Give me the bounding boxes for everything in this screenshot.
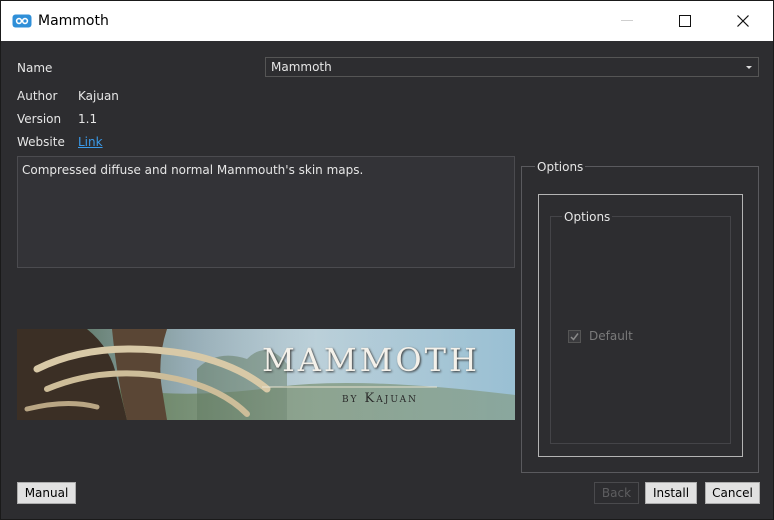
back-button[interactable]: Back	[594, 482, 639, 504]
close-icon	[737, 15, 749, 27]
version-value: 1.1	[78, 112, 98, 126]
manual-button[interactable]: Manual	[17, 482, 76, 504]
description-text: Compressed diffuse and normal Mammouth's…	[22, 163, 364, 177]
website-label: Website	[17, 135, 65, 149]
main-content: Name Mammoth Author Kajuan Version 1.1 W…	[1, 41, 773, 519]
default-checkbox[interactable]	[568, 330, 581, 343]
window-title: Mammoth	[38, 13, 109, 29]
website-link[interactable]: Link	[78, 135, 103, 149]
title-bar[interactable]: Mammoth	[1, 1, 773, 41]
author-label: Author	[17, 89, 58, 103]
description-box[interactable]: Compressed diffuse and normal Mammouth's…	[17, 156, 515, 268]
install-button[interactable]: Install	[645, 482, 697, 504]
close-button[interactable]	[714, 1, 772, 41]
dropdown-arrow-icon[interactable]	[746, 66, 752, 69]
installer-window: Mammoth Name Mammoth Author Kajuan Versi…	[0, 0, 774, 520]
name-combobox[interactable]: Mammoth	[265, 57, 759, 77]
default-checkbox-label[interactable]: Default	[589, 329, 633, 343]
banner-title: Mammoth	[262, 341, 480, 379]
name-combobox-value: Mammoth	[271, 60, 332, 74]
options-group-title: Options	[535, 160, 586, 174]
checkmark-icon	[570, 333, 579, 341]
options-inner-title: Options	[562, 210, 613, 224]
name-label: Name	[17, 61, 53, 75]
minimize-button[interactable]	[598, 1, 656, 41]
cancel-button[interactable]: Cancel	[705, 482, 760, 504]
version-label: Version	[17, 112, 62, 126]
maximize-icon	[679, 15, 691, 27]
maximize-button[interactable]	[656, 1, 714, 41]
app-icon	[12, 14, 32, 28]
minimize-icon	[621, 20, 633, 21]
author-value: Kajuan	[78, 89, 119, 103]
banner-subtitle: by Kajuan	[342, 391, 419, 406]
mod-banner-image: Mammoth by Kajuan	[17, 329, 515, 420]
